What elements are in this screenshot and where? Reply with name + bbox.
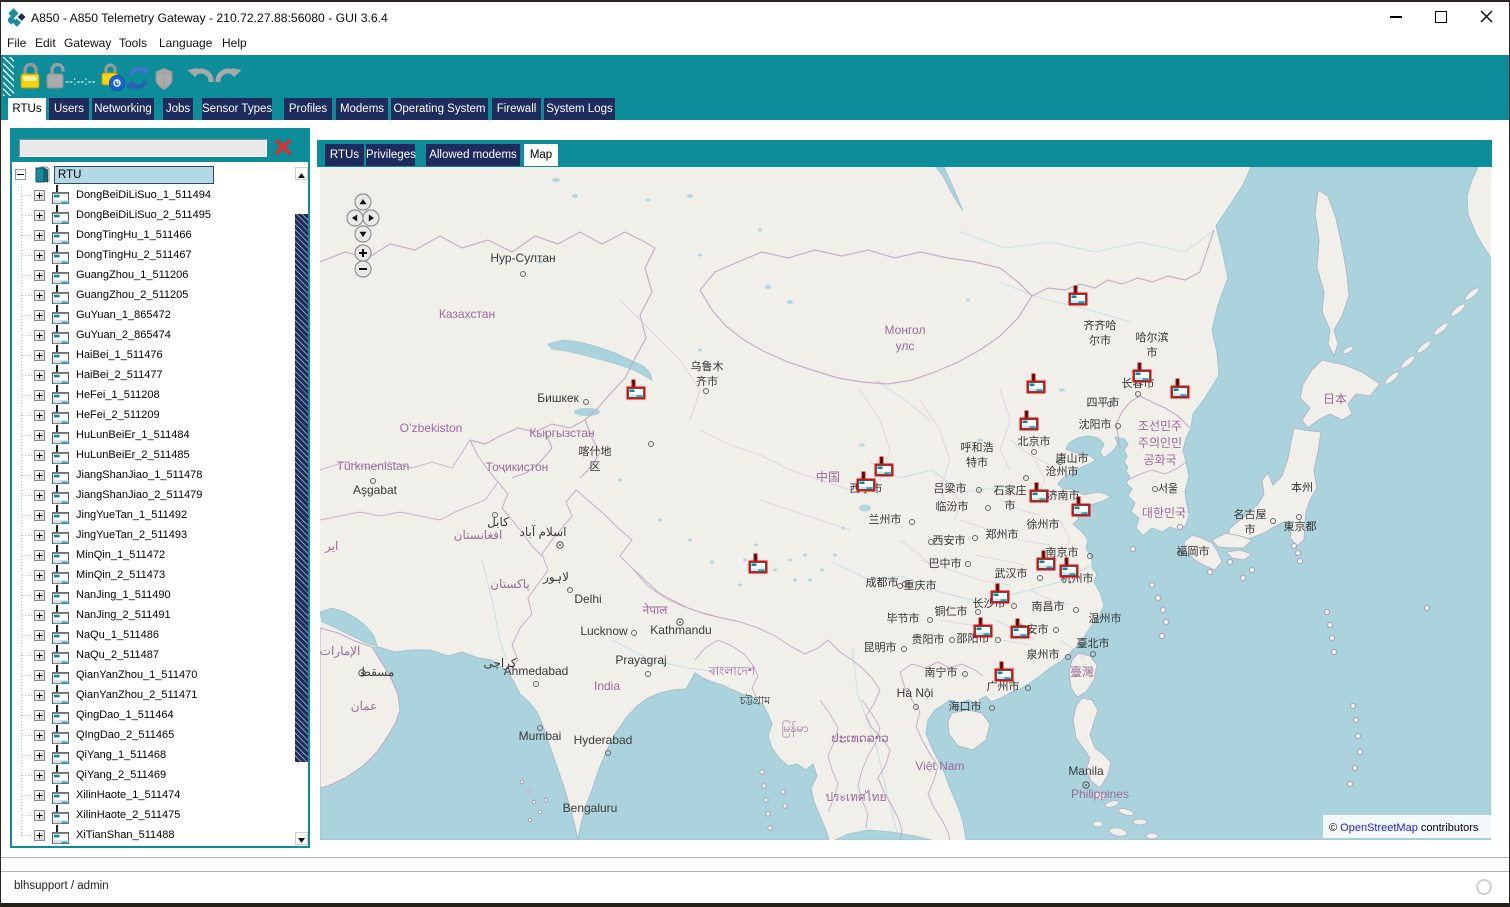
svg-text:© OpenStreetMap contributors: © OpenStreetMap contributors	[1329, 822, 1479, 834]
svg-text:Нур-Султан: Нур-Султан	[490, 251, 555, 265]
svg-text:كراچى: كراچى	[483, 656, 516, 670]
svg-text:Тоҷикистон: Тоҷикистон	[486, 460, 549, 474]
svg-text:ປະເທດລາວ: ປະເທດລາວ	[831, 731, 888, 745]
svg-text:沈阳市: 沈阳市	[1079, 417, 1112, 431]
svg-text:চট্টগ্রাম: চট্টগ্রাম	[739, 694, 771, 707]
svg-text:哈尔滨: 哈尔滨	[1136, 330, 1169, 344]
svg-text:名古屋: 名古屋	[1234, 507, 1267, 521]
svg-text:東京都: 東京都	[1284, 519, 1317, 533]
svg-text:沧州市: 沧州市	[1046, 464, 1079, 478]
svg-text:北京市: 北京市	[1018, 434, 1051, 448]
svg-text:Philippines: Philippines	[1071, 787, 1129, 801]
svg-text:成都市: 成都市	[866, 575, 899, 589]
svg-text:Prayagraj: Prayagraj	[615, 653, 666, 667]
svg-text:ประเทศไทย: ประเทศไทย	[825, 790, 886, 804]
svg-text:徐州市: 徐州市	[1027, 517, 1060, 531]
svg-text:济南市: 济南市	[1047, 488, 1080, 502]
svg-text:南昌市: 南昌市	[1032, 599, 1065, 613]
svg-text:武汉市: 武汉市	[995, 566, 1028, 580]
svg-text:四平市: 四平市	[1087, 395, 1120, 409]
svg-text:日本: 日本	[1323, 392, 1347, 406]
svg-text:Hà Nội: Hà Nội	[897, 686, 934, 700]
svg-text:India: India	[594, 679, 620, 693]
svg-text:特市: 特市	[966, 455, 988, 469]
svg-text:毕节市: 毕节市	[887, 611, 920, 625]
svg-text:齐市: 齐市	[696, 374, 718, 388]
svg-text:昆明市: 昆明市	[864, 640, 897, 654]
svg-text:南京市: 南京市	[1046, 545, 1079, 559]
svg-text:Manila: Manila	[1068, 764, 1104, 778]
svg-text:افغانستان: افغانستان	[454, 528, 503, 542]
svg-text:नेपाल: नेपाल	[643, 603, 669, 617]
svg-text:Việt Nam: Việt Nam	[915, 759, 964, 773]
svg-text:كابل: كابل	[487, 515, 509, 529]
svg-text:兰州市: 兰州市	[869, 512, 902, 526]
svg-text:贵阳市: 贵阳市	[912, 632, 945, 646]
svg-text:海口市: 海口市	[949, 699, 982, 713]
svg-text:Бишкек: Бишкек	[537, 391, 579, 405]
svg-text:پاکستان: پاکستان	[490, 577, 530, 591]
svg-text:Монгол: Монгол	[885, 323, 926, 337]
svg-text:대한민국: 대한민국	[1142, 506, 1186, 520]
svg-text:乌鲁木: 乌鲁木	[691, 359, 724, 373]
svg-text:서울: 서울	[1158, 482, 1178, 495]
svg-text:唐山市: 唐山市	[1056, 451, 1089, 465]
svg-text:Hyderabad: Hyderabad	[574, 733, 633, 747]
svg-text:বাংলাদেশ: বাংলাদেশ	[708, 664, 756, 678]
svg-text:呼和浩: 呼和浩	[961, 441, 994, 454]
svg-text:عمان: عمان	[351, 699, 378, 713]
svg-text:铜仁市: 铜仁市	[935, 604, 968, 618]
svg-text:اير: اير	[324, 539, 338, 553]
svg-text:Delhi: Delhi	[574, 592, 601, 606]
svg-text:Bengaluru: Bengaluru	[563, 801, 618, 815]
svg-text:조선민주: 조선민주	[1138, 419, 1182, 433]
svg-text:O’zbekiston: O’zbekiston	[400, 421, 463, 435]
svg-text:南宁市: 南宁市	[925, 665, 958, 679]
svg-text:Кыргызстан: Кыргызстан	[529, 426, 594, 440]
svg-text:Mumbai: Mumbai	[519, 729, 562, 743]
svg-text:주의인민: 주의인민	[1138, 436, 1182, 450]
svg-text:市: 市	[1245, 522, 1256, 536]
svg-text:الإمارات: الإمارات	[320, 644, 360, 659]
svg-text:尔市: 尔市	[1089, 333, 1111, 347]
svg-text:市: 市	[1005, 498, 1016, 512]
svg-text:重庆市: 重庆市	[904, 578, 937, 592]
svg-text:临汾市: 临汾市	[936, 499, 969, 513]
svg-text:泉州市: 泉州市	[1027, 647, 1060, 661]
svg-text:لاہور: لاہور	[542, 570, 569, 584]
svg-text:中国: 中国	[816, 469, 840, 484]
svg-text:巴中市: 巴中市	[929, 556, 962, 570]
svg-text:Türkmenistan: Türkmenistan	[337, 459, 410, 473]
svg-text:齐齐哈: 齐齐哈	[1084, 318, 1117, 332]
svg-text:吕梁市: 吕梁市	[934, 481, 967, 495]
svg-text:Aşgabat: Aşgabat	[353, 483, 398, 497]
svg-text:温州市: 温州市	[1089, 611, 1122, 625]
svg-text:本州: 本州	[1291, 480, 1313, 494]
svg-text:--:--:--: --:--:--	[65, 74, 96, 88]
svg-text:郑州市: 郑州市	[986, 527, 1019, 541]
svg-text:区: 区	[590, 461, 601, 473]
svg-text:공화국: 공화국	[1143, 453, 1176, 467]
svg-text:石家庄: 石家庄	[994, 483, 1027, 497]
svg-text:喀什地: 喀什地	[579, 445, 612, 458]
svg-text:臺灣: 臺灣	[1070, 664, 1094, 679]
svg-text:市: 市	[1147, 345, 1158, 359]
svg-text:Lucknow: Lucknow	[580, 624, 628, 638]
svg-text:西安市: 西安市	[933, 533, 966, 547]
svg-text:улс: улс	[896, 339, 915, 353]
svg-text:Казахстан: Казахстан	[439, 307, 495, 321]
svg-text:اسلام آباد: اسلام آباد	[520, 524, 567, 539]
svg-text:臺北市: 臺北市	[1077, 636, 1110, 650]
